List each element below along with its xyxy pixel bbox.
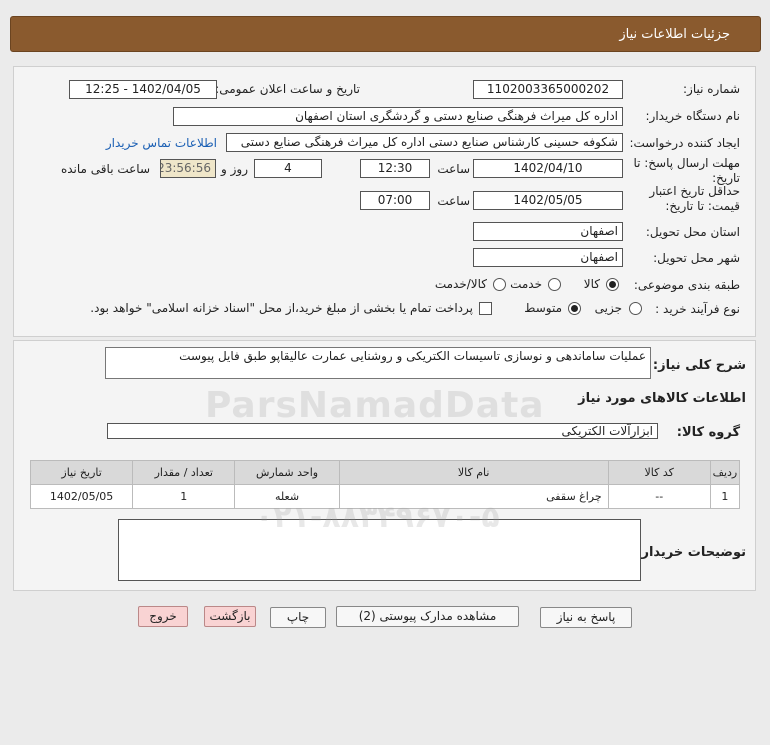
- deadline-time-field: 12:30: [360, 159, 430, 178]
- col-name: نام کالا: [338, 460, 609, 485]
- back-button[interactable]: بازگشت: [204, 606, 256, 627]
- validity-label-2: قیمت: تا تاریخ:: [665, 199, 740, 213]
- validity-time-label: ساعت: [437, 194, 470, 208]
- category-both-radio[interactable]: [493, 278, 506, 291]
- deadline-label: مهلت ارسال پاسخ: تا تاریخ:: [633, 156, 740, 185]
- col-date: تاریخ نیاز: [29, 460, 134, 485]
- requester-field: شکوفه حسینی کارشناس صنایع دستی اداره کل …: [226, 133, 623, 152]
- goods-table-header: ردیف کد کالا نام کالا واحد شمارش تعداد /…: [29, 460, 741, 485]
- contact-buyer-link[interactable]: اطلاعات تماس خریدار: [106, 136, 217, 150]
- attachments-button[interactable]: مشاهده مدارک پیوستی (2): [336, 606, 519, 627]
- reply-button[interactable]: پاسخ به نیاز: [540, 607, 632, 628]
- category-service-radio[interactable]: [548, 278, 561, 291]
- category-service-label: خدمت: [510, 277, 542, 291]
- description-label: شرح کلی نیاز:: [652, 358, 746, 373]
- announce-label: تاریخ و ساعت اعلان عمومی:: [215, 82, 360, 96]
- days-field: 4: [254, 159, 322, 178]
- payment-note: پرداخت تمام یا بخشی از مبلغ خرید،از محل …: [90, 301, 473, 315]
- validity-label-1: حداقل تاریخ اعتبار: [649, 184, 740, 198]
- cell-code: --: [607, 484, 711, 509]
- category-both-label: کالا/خدمت: [434, 277, 487, 291]
- col-row: ردیف: [709, 460, 741, 485]
- validity-time-field: 07:00: [360, 191, 430, 210]
- buyer-org-field: اداره کل میراث فرهنگی صنایع دستی و گردشگ…: [173, 107, 623, 126]
- goods-section-title: اطلاعات کالاهای مورد نیاز: [578, 391, 746, 406]
- announce-field: 1402/04/05 - 12:25: [69, 80, 217, 99]
- process-minor-label: جزیی: [594, 301, 622, 315]
- col-unit: واحد شمارش: [234, 460, 340, 485]
- treasury-bonds-checkbox[interactable]: [479, 302, 492, 315]
- page-header: جزئیات اطلاعات نیاز: [10, 16, 761, 52]
- requester-label: ایجاد کننده درخواست:: [629, 136, 740, 150]
- need-number-label: شماره نیاز:: [683, 82, 740, 96]
- category-goods-label: کالا: [583, 277, 600, 291]
- validity-date-field: 1402/05/05: [473, 191, 623, 210]
- col-qty: تعداد / مقدار: [132, 460, 236, 485]
- watermark-brand: ParsNamadData: [205, 385, 545, 426]
- province-label: استان محل تحویل:: [645, 225, 740, 239]
- city-label: شهر محل تحویل:: [653, 251, 740, 265]
- buyer-org-label: نام دستگاه خریدار:: [645, 109, 741, 123]
- remaining-label: ساعت باقی مانده: [60, 162, 150, 176]
- process-medium-radio[interactable]: [568, 302, 581, 315]
- need-number-field: 1102003365000202: [473, 80, 623, 99]
- cell-qty: 1: [132, 484, 236, 509]
- col-code: کد کالا: [607, 460, 711, 485]
- deadline-date-field: 1402/04/10: [473, 159, 623, 178]
- watermark-phone: ۰۲۱-۸۸۳۴۹۶۷۰-۵: [255, 500, 500, 535]
- process-label: نوع فرآیند خرید :: [655, 302, 740, 316]
- buyer-notes-label: توضیحات خریدار:: [636, 545, 746, 560]
- goods-group-label: گروه کالا:: [676, 425, 740, 440]
- process-medium-label: متوسط: [524, 301, 562, 315]
- page-title: جزئیات اطلاعات نیاز: [619, 27, 730, 42]
- description-field: عملیات ساماندهی و نوسازی تاسیسات الکتریک…: [105, 347, 651, 379]
- exit-button[interactable]: خروج: [138, 606, 188, 627]
- category-label: طبقه بندی موضوعی:: [633, 278, 740, 292]
- days-label: روز و: [221, 162, 248, 176]
- print-button[interactable]: چاپ: [270, 607, 326, 628]
- process-minor-radio[interactable]: [629, 302, 642, 315]
- deadline-time-label: ساعت: [437, 162, 470, 176]
- cell-row: 1: [709, 484, 741, 509]
- cell-date: 1402/05/05: [29, 484, 134, 509]
- remaining-time-field: 23:56:56: [160, 159, 216, 178]
- category-goods-radio[interactable]: [606, 278, 619, 291]
- city-field: اصفهان: [473, 248, 623, 267]
- province-field: اصفهان: [473, 222, 623, 241]
